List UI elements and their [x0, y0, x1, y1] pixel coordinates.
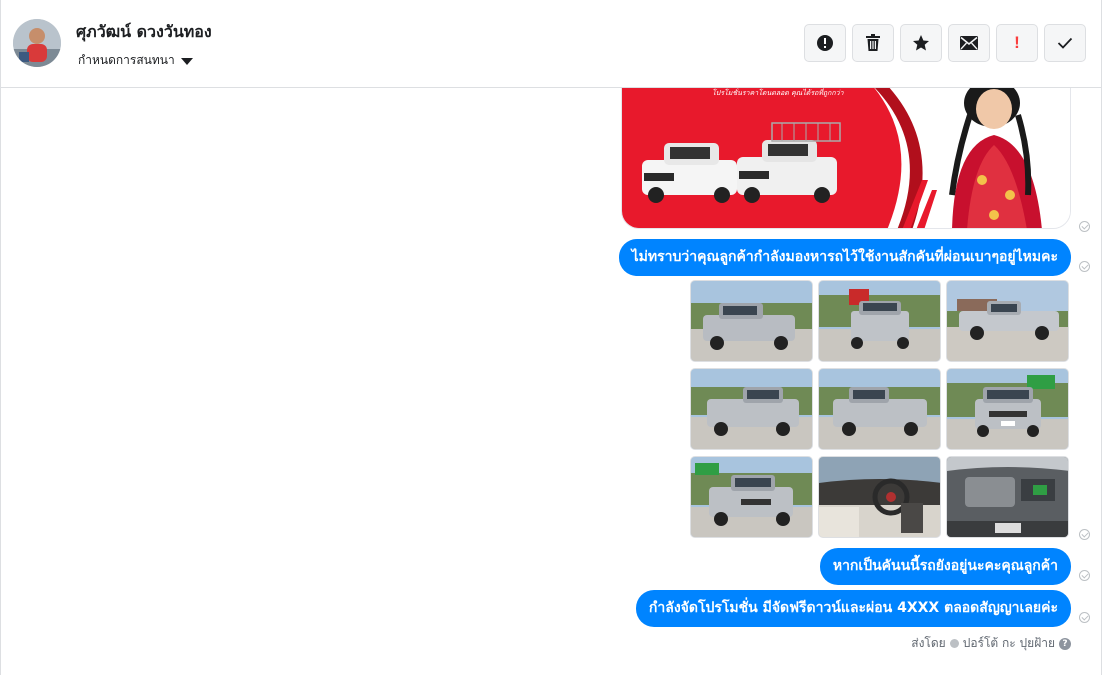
star-icon — [913, 35, 929, 51]
action-toolbar: ! — [804, 24, 1086, 62]
truck-rear-left-image — [691, 369, 812, 449]
mark-done-button[interactable] — [1044, 24, 1086, 62]
sender-name[interactable]: ปอร์โต้ กะ ปุยฝ้าย — [963, 634, 1055, 653]
photo-thumbnail[interactable] — [946, 280, 1069, 362]
ad-banner-image[interactable]: โปรโมชั่นราคาโดนตลอด คุณได้รถที่ถูกกว่า — [621, 88, 1071, 229]
truck-front-left-image — [691, 281, 812, 361]
sent-by-info: ส่งโดย ปอร์โต้ กะ ปุยฝ้าย ? — [911, 634, 1071, 653]
photo-album — [690, 280, 1070, 538]
mark-spam-button[interactable] — [804, 24, 846, 62]
seen-check-icon — [1079, 221, 1090, 232]
verified-icon — [949, 639, 959, 648]
truck-engine-image — [947, 457, 1068, 537]
avatar[interactable] — [13, 19, 61, 67]
truck-front-angle-image — [691, 457, 812, 537]
exclamation-icon: ! — [1014, 33, 1020, 52]
truck-interior-image — [819, 457, 940, 537]
seen-check-icon — [1079, 529, 1090, 540]
message-bubble[interactable]: กำลังจัดโปรโมชั่น มีจัดฟรีดาวน์และผ่อน 4… — [635, 590, 1071, 627]
envelope-icon — [960, 36, 978, 50]
photo-thumbnail[interactable] — [690, 456, 813, 538]
star-button[interactable] — [900, 24, 942, 62]
photo-thumbnail[interactable] — [690, 280, 813, 362]
message-bubble[interactable]: ไม่ทราบว่าคุณลูกค้ากำลังมองหารถไว้ใช้งาน… — [618, 239, 1071, 276]
banner-tagline: โปรโมชั่นราคาโดนตลอด คุณได้รถที่ถูกกว่า — [712, 89, 844, 97]
photo-thumbnail[interactable] — [690, 368, 813, 450]
seen-check-icon — [1079, 612, 1090, 623]
truck-front-image — [947, 369, 1068, 449]
conversation-header: ศุภวัฒน์ ดวงวันทอง กำหนดการสนทนา ! — [1, 0, 1101, 88]
trash-icon — [866, 34, 880, 51]
seen-check-icon — [1079, 570, 1090, 581]
message-bubble[interactable]: หากเป็นคันนนี้รถยังอยู่นะคะคุณลูกค้า — [819, 548, 1071, 585]
alert-circle-icon — [817, 35, 833, 51]
delete-button[interactable] — [852, 24, 894, 62]
photo-thumbnail[interactable] — [818, 280, 941, 362]
messenger-conversation: ศุภวัฒน์ ดวงวันทอง กำหนดการสนทนา ! โปรโม… — [0, 0, 1102, 675]
follow-up-button[interactable]: ! — [996, 24, 1038, 62]
truck-rear-right-image — [819, 369, 940, 449]
seen-check-icon — [1079, 261, 1090, 272]
photo-thumbnail[interactable] — [946, 368, 1069, 450]
photo-thumbnail[interactable] — [946, 456, 1069, 538]
truck-rear-image — [819, 281, 940, 361]
banner-graphic — [622, 88, 1070, 228]
caret-down-icon — [180, 57, 193, 65]
user-name[interactable]: ศุภวัฒน์ ดวงวันทอง — [76, 20, 212, 45]
mark-unread-button[interactable] — [948, 24, 990, 62]
photo-thumbnail[interactable] — [818, 456, 941, 538]
truck-side-image — [947, 281, 1068, 361]
assign-label: กำหนดการสนทนา — [78, 53, 175, 67]
sent-by-prefix: ส่งโดย — [911, 636, 946, 650]
message-thread[interactable]: โปรโมชั่นราคาโดนตลอด คุณได้รถที่ถูกกว่า … — [1, 88, 1101, 675]
photo-thumbnail[interactable] — [818, 368, 941, 450]
help-icon[interactable]: ? — [1059, 637, 1071, 650]
assign-conversation-dropdown[interactable]: กำหนดการสนทนา — [78, 51, 193, 70]
checkmark-icon — [1057, 37, 1073, 49]
